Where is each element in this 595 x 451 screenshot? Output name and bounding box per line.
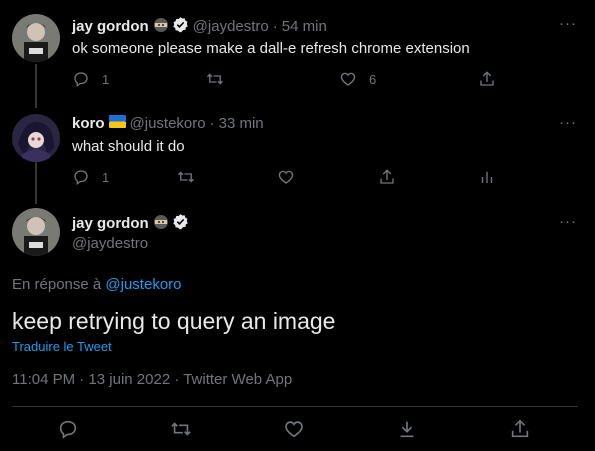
tweet-text: what should it do [72,138,185,155]
like-button[interactable] [283,418,305,440]
reply-context: En réponse à @justekoro [12,276,182,293]
retweet-button[interactable] [205,70,225,88]
analytics-button[interactable] [478,168,496,186]
reply-count: 1 [102,169,110,185]
like-icon [285,421,303,438]
share-button[interactable] [378,168,396,186]
like-icon [278,170,294,184]
bookmark-icon [400,421,414,438]
reply-count: 1 [102,71,110,87]
separator-dot: · [272,18,278,35]
retweet-button[interactable] [169,418,193,440]
ninja-emoji [153,17,169,37]
more-icon[interactable]: ··· [559,114,577,131]
ukraine-flag-emoji [108,115,126,132]
avatar[interactable] [12,208,60,256]
reply-button[interactable] [57,418,79,440]
tweet-koro[interactable]: koro @justekoro · 33 min ··· what should… [0,104,595,200]
reply-button[interactable]: 1 [72,70,109,88]
user-handle[interactable]: @jaydestro [72,235,148,252]
verified-icon [172,213,189,234]
verified-icon [172,16,189,37]
analytics-icon [481,171,493,183]
retweet-icon [171,422,191,436]
separator-dot: · [209,115,215,132]
reply-icon [74,170,88,186]
share-icon [380,169,394,184]
tweet-header: jay gordon @jaydestro · 54 min [72,16,327,37]
user-handle[interactable]: @justekoro [130,115,206,132]
tweet-text: ok someone please make a dall-e refresh … [72,40,470,57]
avatar[interactable] [12,14,60,62]
like-button[interactable] [277,168,295,186]
ninja-emoji [153,214,169,234]
like-icon [340,72,356,86]
divider [12,406,578,407]
more-icon[interactable]: ··· [559,15,577,32]
reply-icon [74,72,88,88]
like-button[interactable]: 6 [339,70,376,88]
reply-icon [59,420,77,439]
reply-prefix: En réponse à [12,276,102,293]
tweet-header: koro @justekoro · 33 min [72,115,264,132]
tweet-jay-1[interactable]: jay gordon @jaydestro · 54 min ··· ok so… [0,0,595,104]
display-name[interactable]: jay gordon [72,18,149,35]
retweet-button[interactable] [176,168,196,186]
share-icon [511,419,529,438]
reply-mention-link[interactable]: @justekoro [105,276,181,293]
translate-link[interactable]: Traduire le Tweet [12,339,112,354]
share-button[interactable] [478,70,496,88]
avatar[interactable] [12,114,60,162]
tweet-time[interactable]: 33 min [219,115,264,132]
tweet-meta[interactable]: 11:04 PM · 13 juin 2022 · Twitter Web Ap… [12,371,292,388]
user-handle[interactable]: @jaydestro [193,18,269,35]
share-icon [480,71,494,86]
main-tweet-text: keep retrying to query an image [12,308,336,334]
tweet-header: jay gordon [72,213,189,234]
retweet-icon [178,171,194,183]
reply-button[interactable]: 1 [72,168,109,186]
share-button[interactable] [509,418,531,440]
like-count: 6 [369,71,377,87]
more-icon[interactable]: ··· [559,213,577,230]
retweet-icon [207,73,223,85]
display-name[interactable]: jay gordon [72,215,149,232]
main-tweet-actions [0,418,595,442]
bookmark-button[interactable] [396,418,418,440]
tweet-time[interactable]: 54 min [282,18,327,35]
display-name[interactable]: koro [72,115,105,132]
handle-row: @jaydestro [72,235,148,252]
